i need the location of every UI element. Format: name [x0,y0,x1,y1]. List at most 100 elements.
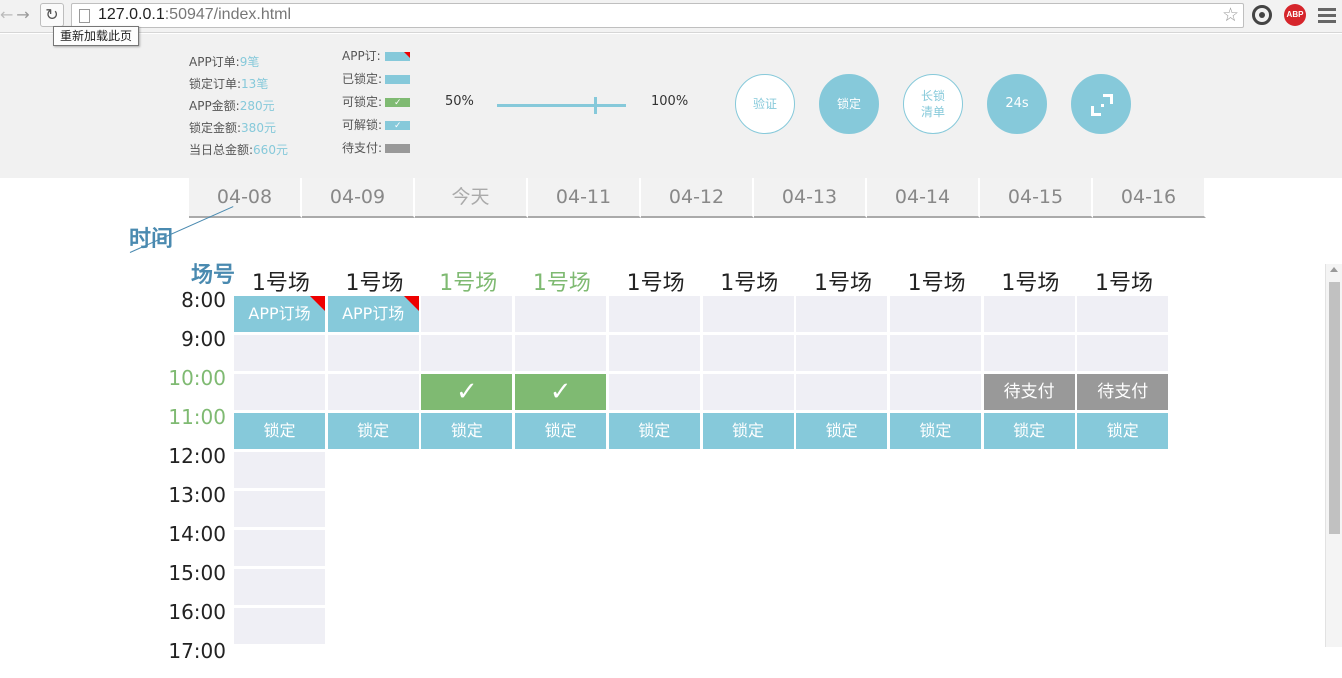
bookmark-star-icon[interactable]: ☆ [1222,4,1239,26]
slot-cell[interactable] [983,296,1075,332]
stat-row: 锁定金额:380元 [189,117,288,139]
locked-cell[interactable]: 锁定 [327,413,419,449]
slot-cell[interactable] [234,569,325,605]
lockable-cell[interactable]: ✓ [421,374,513,410]
locked-cell[interactable]: 锁定 [983,413,1075,449]
locked-cell[interactable]: 锁定 [515,413,607,449]
legend-label: APP订: [342,49,381,63]
legend-list: APP订: 已锁定: 可锁定: ✓ 可解锁: ✓ 待支付: [342,45,422,160]
locked-cell[interactable]: 锁定 [421,413,513,449]
zoom-slider-thumb[interactable] [594,97,598,114]
scrollbar-thumb[interactable] [1329,282,1340,534]
slot-cell[interactable] [327,335,419,371]
court-header: 1号场 [532,271,591,296]
date-tab[interactable]: 04-08 [189,178,302,218]
slot-cell[interactable] [234,491,325,527]
scrollbar[interactable] [1325,264,1342,647]
date-tab[interactable]: 04-12 [641,178,754,218]
slot-cell[interactable] [702,335,794,371]
locked-cell[interactable]: 锁定 [702,413,794,449]
locked-cell[interactable]: 锁定 [608,413,700,449]
pending-payment-cell[interactable]: 待支付 [1077,374,1169,410]
verify-button[interactable]: 验证 [735,74,795,134]
slot-cell[interactable] [796,335,888,371]
time-label: 9:00 [181,327,226,351]
date-tab[interactable]: 今天 [415,178,528,218]
legend-swatch [385,75,410,84]
long-lock-list-button[interactable]: 长锁 清单 [903,74,963,134]
pending-payment-cell[interactable]: 待支付 [983,374,1075,410]
date-tab[interactable]: 04-11 [528,178,641,218]
timer-button[interactable]: 24s [987,74,1047,134]
slot-cell[interactable] [796,296,888,332]
slot-cell[interactable] [515,335,607,371]
date-tab[interactable]: 04-13 [754,178,867,218]
app-booking-cell[interactable]: APP订场 [327,296,419,332]
stat-row: 锁定订单:13笔 [189,73,288,95]
lock-label: 锁定 [836,97,861,111]
slot-cell[interactable] [889,374,981,410]
slot-cell[interactable] [608,296,700,332]
back-icon[interactable]: ← [0,4,13,26]
slot-cell[interactable] [983,335,1075,371]
slot-cell[interactable] [234,335,325,371]
forward-icon[interactable]: → [12,4,34,26]
slot-cell[interactable] [608,335,700,371]
stat-label: 锁定订单: [189,77,242,91]
stat-row: APP订单:9笔 [189,51,288,73]
menu-icon[interactable] [1318,8,1336,26]
time-label: 13:00 [168,483,226,507]
adblock-icon[interactable]: ABP [1284,4,1306,26]
slot-cell[interactable] [1077,296,1169,332]
slot-cell[interactable] [234,452,325,488]
court-header: 1号场 [1001,271,1060,296]
zoom-slider[interactable] [497,104,626,107]
legend-row: 已锁定: [342,68,422,91]
locked-cell[interactable]: 锁定 [1077,413,1169,449]
court-header: 1号场 [813,271,872,296]
time-labels: 8:00 9:00 10:00 11:00 12:00 13:00 14:00 15:00 16… [160,288,226,678]
date-tab[interactable]: 04-09 [302,178,415,218]
browser-toolbar: ← → ↻ 127.0.0.1:50947/index.html ☆ ABP [0,0,1342,33]
court-header: 1号场 [251,271,310,296]
slot-cell[interactable] [608,374,700,410]
date-tabs: 04-08 04-09 今天 04-11 04-12 04-13 04-14 04-15 04-… [189,178,1206,218]
slot-cell[interactable] [234,530,325,566]
court-header: 1号场 [439,271,498,296]
fullscreen-button[interactable] [1071,74,1131,134]
locked-cell[interactable]: 锁定 [889,413,981,449]
stat-value: 660元 [253,143,288,157]
app-booking-cell[interactable]: APP订场 [234,296,325,332]
slot-cell[interactable] [421,335,513,371]
legend-swatch: ✓ [385,121,410,131]
slot-cell[interactable] [234,608,325,644]
locked-cell[interactable]: 锁定 [234,413,325,449]
court-headers: 1号场 1号场 1号场 1号场 1号场 1号场 1号场 1号场 1号场 1号场 [234,265,1171,297]
date-tab[interactable]: 04-14 [867,178,980,218]
lockable-cell[interactable]: ✓ [515,374,607,410]
reload-icon[interactable]: ↻ [40,3,64,27]
slot-cell[interactable] [327,374,419,410]
lock-button[interactable]: 锁定 [819,74,879,134]
locked-cell[interactable]: 锁定 [796,413,888,449]
scroll-up-icon[interactable] [1330,267,1338,272]
stats-list: APP订单:9笔 锁定订单:13笔 APP金额:280元 锁定金额:380元 当日总金额… [189,51,288,161]
address-bar[interactable]: 127.0.0.1:50947/index.html ☆ [71,3,1244,28]
url-text[interactable]: 127.0.0.1:50947/index.html [98,6,291,24]
slot-cell[interactable] [796,374,888,410]
slot-cell[interactable] [889,335,981,371]
court-header: 1号场 [345,271,404,296]
slot-cell[interactable] [234,374,325,410]
page-icon [79,9,90,23]
slot-cell[interactable] [1077,335,1169,371]
date-tab[interactable]: 04-15 [980,178,1093,218]
slot-cell[interactable] [702,296,794,332]
date-tab[interactable]: 04-16 [1093,178,1206,218]
slot-cell[interactable] [889,296,981,332]
extension-icon[interactable] [1252,5,1272,25]
slot-cell[interactable] [702,374,794,410]
slot-cell[interactable] [515,296,607,332]
legend-row: 可锁定: ✓ [342,91,422,114]
slot-cell[interactable] [421,296,513,332]
legend-row: 待支付: [342,137,422,160]
